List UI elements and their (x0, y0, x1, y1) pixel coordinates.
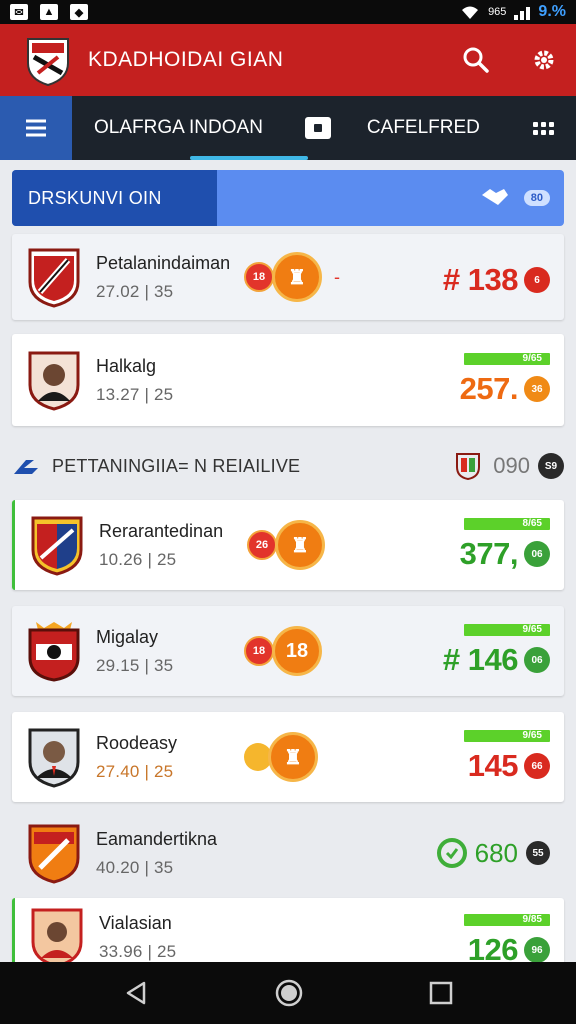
player-avatar-crest (31, 908, 83, 968)
player-name: Vialasian (99, 912, 172, 933)
cell-signal-icon (514, 4, 531, 20)
tab-second[interactable]: CAFELFRED (331, 96, 480, 160)
score-badge: 66 (524, 753, 550, 779)
app-icon: ◆ (70, 4, 88, 20)
player-stat: 10.26 | 25 (99, 549, 177, 569)
notification-icon: ✉ (10, 4, 28, 20)
card-icon[interactable] (304, 117, 331, 139)
signal-text: 965 (488, 6, 507, 18)
trophy-medal-icon: ♜ (268, 732, 318, 782)
wifi-icon (462, 6, 479, 19)
player-avatar-crest (28, 728, 80, 788)
list-item[interactable]: Petalanindaiman 27.02 | 35 18 ♜ - # 138 … (12, 234, 564, 320)
list-item[interactable]: Rerarantedinan 10.26 | 25 26 ♜ 8/65 377,… (12, 500, 564, 590)
score-value: 145 (467, 748, 519, 783)
hamburger-icon (26, 119, 46, 137)
handshake-icon[interactable] (480, 187, 510, 209)
battery-text: 9.% (538, 3, 566, 20)
medal-group: 18 18 (244, 626, 322, 676)
section-header-secondary: PETTANINGIIA= N REIAILIVE 090 S9 (12, 442, 564, 490)
more-menu-button[interactable] (533, 121, 554, 135)
team-crest-icon (31, 516, 83, 576)
medal-small: 18 (244, 262, 274, 292)
player-name: Rerarantedinan (99, 520, 224, 541)
player-stat: 13.27 | 25 (96, 384, 174, 404)
tab-bar: OLAFRGA INDOAN CAFELFRED (0, 96, 576, 160)
section-badge: S9 (538, 453, 564, 479)
section-title: PETTANINGIIA= N REIAILIVE (52, 455, 301, 476)
score-value: # 146 (442, 642, 519, 677)
team-crest-icon (28, 248, 80, 308)
tab-main-label: OLAFRGA INDOAN (94, 117, 263, 138)
rating-tag: 9/65 (464, 353, 550, 365)
medal-group: 18 ♜ - (244, 252, 340, 302)
section-count: 090 (493, 453, 530, 478)
search-icon (463, 47, 489, 73)
score-value: # 138 (442, 262, 519, 297)
medal-small: 18 (244, 636, 274, 666)
player-name: Halkalg (96, 355, 157, 376)
trophy-medal-icon: ♜ (275, 520, 325, 570)
rating-tag: 9/85 (464, 914, 550, 926)
rating-tag: 8/65 (464, 518, 550, 530)
score-value: 257. (459, 371, 519, 406)
team-crest-icon (28, 622, 80, 682)
settings-button[interactable] (528, 44, 560, 76)
score-value: 377, (459, 536, 519, 571)
club-crest-logo (27, 38, 69, 87)
medal-big: 18 (272, 626, 322, 676)
recents-icon[interactable] (428, 980, 454, 1006)
rating-tag: 9/65 (464, 624, 550, 636)
medal-group: ♜ (244, 732, 318, 782)
player-name: Eamandertikna (96, 828, 218, 849)
separator-dash: - (334, 266, 340, 287)
player-stat: 27.40 | 25 (96, 761, 174, 781)
player-stat: 33.96 | 25 (99, 941, 177, 961)
gear-icon (534, 50, 554, 70)
home-icon[interactable] (274, 978, 304, 1008)
player-stat: 27.02 | 35 (96, 281, 174, 301)
section-title: DRSKUNVI OIN (28, 187, 162, 208)
list-item[interactable]: Eamandertikna 40.20 | 35 680 55 (12, 812, 564, 894)
team-crest-icon (28, 824, 80, 884)
rating-tag: 9/65 (464, 730, 550, 742)
score-badge: 06 (524, 647, 550, 673)
medal-group: 26 ♜ (247, 520, 325, 570)
trophy-medal-icon: ♜ (272, 252, 322, 302)
list-item[interactable]: Vialasian 33.96 | 25 9/85 126 96 (12, 898, 564, 968)
tab-main[interactable]: OLAFRGA INDOAN (72, 96, 308, 160)
score-badge: 6 (524, 267, 550, 293)
player-name: Roodeasy (96, 732, 178, 753)
score-badge: 36 (524, 376, 550, 402)
list-item[interactable]: Roodeasy 27.40 | 25 ♜ 9/65 145 66 (12, 712, 564, 802)
back-icon[interactable] (122, 979, 150, 1007)
score-badge: 06 (524, 541, 550, 567)
score-badge: 96 (524, 937, 550, 963)
tab-second-label: CAFELFRED (366, 117, 480, 138)
status-bar: ✉ ▲ ◆ 965 9.% (0, 0, 576, 24)
score-badge: 55 (526, 841, 550, 865)
search-button[interactable] (460, 44, 492, 76)
player-name: Migalay (96, 626, 159, 647)
player-avatar-crest (28, 351, 80, 411)
player-stat: 29.15 | 35 (96, 655, 174, 675)
medal-small: 26 (247, 530, 277, 560)
menu-button[interactable] (0, 96, 72, 160)
check-circle-icon (436, 838, 467, 868)
list-item[interactable]: Halkalg 13.27 | 25 9/65 257. 36 (12, 334, 564, 426)
section-badge: 80 (523, 190, 550, 206)
system-nav-bar (0, 962, 576, 1024)
score-value: 680 (474, 837, 518, 868)
arrow-logo-icon (14, 460, 38, 474)
app-title: KDADHOIDAI GIAN (88, 48, 284, 71)
shield-icon[interactable] (455, 451, 481, 481)
player-name: Petalanindaiman (96, 252, 231, 273)
app-bar: KDADHOIDAI GIAN (0, 24, 576, 96)
image-icon: ▲ (40, 4, 58, 20)
section-header-primary: DRSKUNVI OIN 80 (12, 170, 564, 226)
list-item[interactable]: Migalay 29.15 | 35 18 18 9/65 # 146 06 (12, 606, 564, 696)
player-stat: 40.20 | 35 (96, 857, 174, 877)
